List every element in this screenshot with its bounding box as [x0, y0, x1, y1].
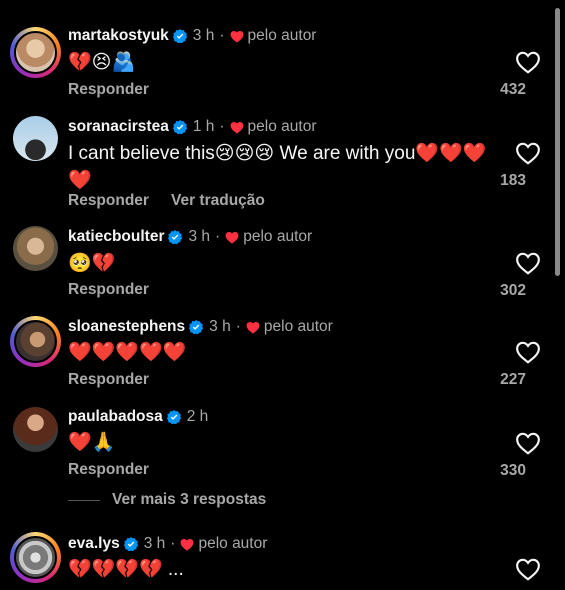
like-count: 302	[500, 282, 526, 299]
liked-by-author: pelo autor	[230, 118, 317, 136]
separator-dot: ·	[219, 118, 225, 135]
verified-badge-icon	[123, 537, 138, 551]
avatar[interactable]	[10, 532, 61, 583]
comment-time: 3 h	[192, 27, 215, 44]
username[interactable]: sloanestephens	[68, 318, 185, 336]
avatar-image	[13, 116, 58, 161]
heart-outline-icon[interactable]	[515, 557, 541, 581]
comment-actions: Responder Ver tradução	[68, 192, 265, 210]
heart-small-icon	[181, 538, 194, 551]
avatar-image	[14, 536, 57, 579]
by-author-label: pelo autor	[247, 27, 317, 44]
comment-actions: Responder	[68, 281, 149, 299]
comment-header: katiecboulter 3 h · pelo autor	[68, 228, 312, 246]
comment-actions: Responder	[68, 81, 149, 99]
view-more-replies-button[interactable]: Ver mais 3 respostas	[68, 491, 266, 509]
liked-by-author: pelo autor	[180, 535, 267, 553]
comment-time: 2 h	[186, 408, 209, 425]
reply-button[interactable]: Responder	[68, 281, 149, 299]
comment-actions: Responder	[68, 371, 149, 389]
comment-time: 3 h	[209, 318, 231, 335]
username[interactable]: katiecboulter	[68, 228, 164, 246]
heart-small-icon	[246, 321, 260, 334]
heart-outline-icon[interactable]	[515, 340, 541, 364]
comment-header: soranacirstea 1 h · pelo autor	[68, 118, 317, 136]
username[interactable]: eva.lys	[68, 535, 120, 553]
avatar-image	[13, 407, 58, 452]
comment-text: ❤️🙏	[68, 432, 116, 453]
view-more-replies-label: Ver mais 3 respostas	[112, 491, 267, 508]
by-author-label: pelo autor	[263, 318, 333, 335]
comment-header: martakostyuk 3 h · pelo autor	[68, 27, 316, 45]
heart-outline-icon[interactable]	[515, 431, 541, 455]
avatar[interactable]	[10, 223, 61, 274]
avatar-image	[13, 226, 58, 271]
like-count: 227	[500, 371, 526, 388]
see-translation-button[interactable]: Ver tradução	[171, 192, 265, 210]
comment-text: 🥺💔	[68, 253, 116, 274]
verified-badge-icon	[172, 29, 187, 43]
comment-text: I cant believe this😢😢😢 We are with you❤️…	[68, 143, 487, 191]
by-author-label: pelo autor	[243, 228, 313, 245]
avatar[interactable]	[10, 27, 61, 78]
heart-outline-icon[interactable]	[515, 251, 541, 275]
reply-button[interactable]: Responder	[68, 192, 149, 210]
heart-small-icon	[225, 231, 239, 244]
heart-small-icon	[230, 121, 243, 134]
username[interactable]: soranacirstea	[68, 118, 169, 136]
by-author-label: pelo autor	[198, 535, 268, 552]
liked-by-author: pelo autor	[225, 228, 312, 246]
username[interactable]: martakostyuk	[68, 27, 169, 45]
comment-actions: Responder	[68, 461, 149, 479]
reply-button[interactable]: Responder	[68, 371, 149, 389]
verified-badge-icon	[166, 410, 181, 424]
username[interactable]: paulabadosa	[68, 408, 163, 426]
comment-header: sloanestephens 3 h · pelo autor	[68, 318, 333, 336]
avatar-image	[14, 31, 57, 74]
avatar[interactable]	[10, 316, 61, 367]
avatar[interactable]	[10, 113, 61, 164]
verified-badge-icon	[189, 320, 204, 334]
separator-dot: ·	[170, 535, 176, 552]
verified-badge-icon	[168, 230, 183, 244]
like-count: 432	[500, 81, 526, 98]
liked-by-author: pelo autor	[230, 27, 317, 45]
like-count: 183	[500, 172, 526, 189]
separator-dot: ·	[219, 27, 225, 44]
comment-header: paulabadosa 2 h	[68, 408, 208, 426]
replies-divider-line	[68, 499, 100, 501]
by-author-label: pelo autor	[247, 118, 317, 135]
liked-by-author: pelo autor	[246, 318, 333, 336]
avatar-image	[14, 320, 57, 363]
scrollbar[interactable]	[555, 8, 560, 276]
separator-dot: ·	[215, 228, 221, 245]
heart-outline-icon[interactable]	[515, 141, 541, 165]
comment-time: 3 h	[143, 535, 166, 552]
heart-outline-icon[interactable]	[515, 50, 541, 74]
comment-time: 1 h	[192, 118, 215, 135]
heart-small-icon	[230, 30, 243, 43]
comment-text: ❤️❤️❤️❤️❤️	[68, 342, 187, 363]
verified-badge-icon	[172, 120, 187, 134]
comment-header: eva.lys 3 h · pelo autor	[68, 535, 267, 553]
separator-dot: ·	[235, 318, 241, 335]
reply-button[interactable]: Responder	[68, 81, 149, 99]
comment-time: 3 h	[188, 228, 211, 245]
comment-text: 💔💔💔💔 ...	[68, 559, 184, 580]
like-count: 330	[500, 462, 526, 479]
comment-text: 💔😣🫂	[68, 52, 136, 73]
avatar[interactable]	[10, 404, 61, 455]
reply-button[interactable]: Responder	[68, 461, 149, 479]
